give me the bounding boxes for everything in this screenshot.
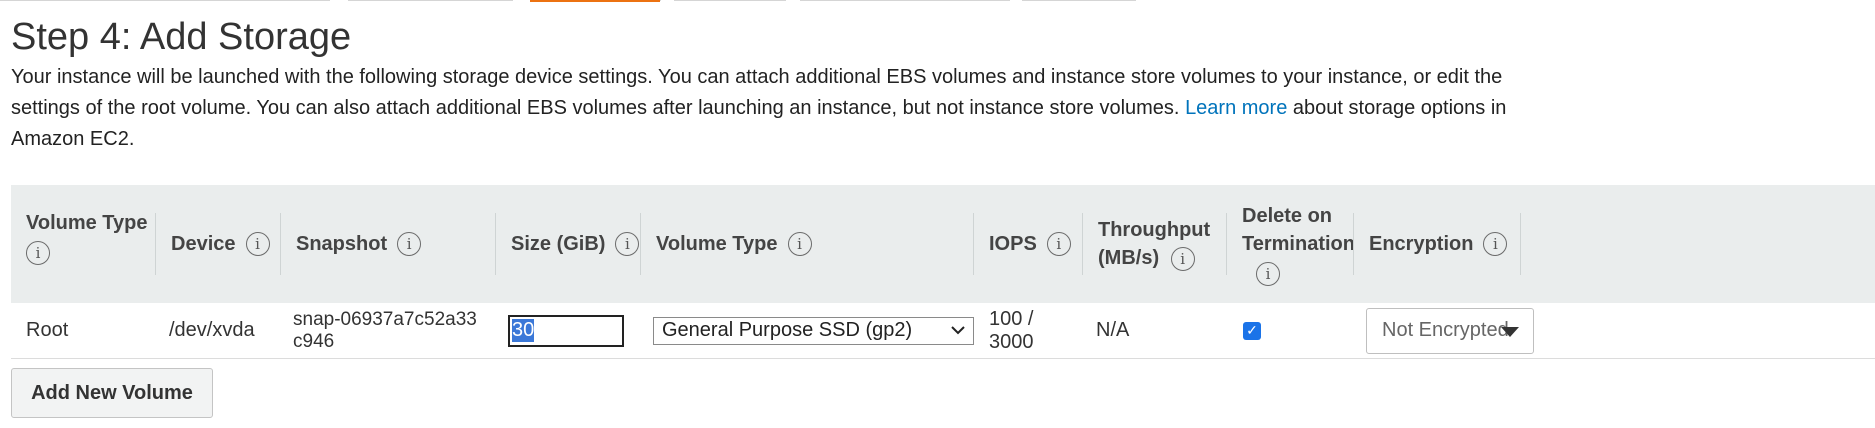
cell-volume-type-select: General Purpose SSD (gp2) — [641, 303, 974, 358]
info-icon[interactable]: i — [787, 232, 812, 256]
caret-down-icon — [1501, 326, 1519, 337]
info-icon[interactable]: i — [1046, 232, 1071, 256]
add-new-volume-button[interactable]: Add New Volume — [11, 368, 213, 418]
table-row: Root /dev/xvda snap-06937a7c52a33c946 30… — [11, 303, 1875, 359]
wizard-step-tab[interactable] — [674, 0, 786, 1]
header-iops: IOPS i — [974, 185, 1083, 303]
header-label: Volume Type — [26, 212, 148, 234]
chevron-down-icon — [951, 326, 965, 335]
header-device: Device i — [156, 185, 281, 303]
header-label: Size (GiB) — [511, 233, 606, 255]
cell-encryption: Not Encrypted — [1354, 303, 1534, 358]
header-size: Size (GiB) i — [496, 185, 641, 303]
header-volume-type-select: Volume Type i — [641, 185, 974, 303]
header-delete-on-termination: Delete on Termination i — [1227, 185, 1355, 303]
wizard-step-tab[interactable] — [1022, 0, 1136, 1]
header-label: Encryption — [1369, 233, 1474, 255]
info-icon[interactable]: i — [245, 232, 270, 256]
wizard-step-tab-active[interactable] — [530, 0, 660, 2]
page-description: Your instance will be launched with the … — [11, 62, 1531, 155]
volume-type-select[interactable]: General Purpose SSD (gp2) — [653, 316, 974, 345]
header-snapshot: Snapshot i — [281, 185, 496, 303]
wizard-step-tab[interactable] — [0, 0, 330, 1]
info-icon[interactable]: i — [26, 240, 50, 265]
cell-iops: 100 / 3000 — [989, 307, 1034, 353]
header-volume-type: Volume Type i — [11, 185, 156, 303]
storage-table: Volume Type i Device i Snapshot i Size (… — [11, 185, 1875, 359]
info-icon[interactable]: i — [1483, 232, 1508, 256]
wizard-step-tab[interactable] — [348, 0, 513, 1]
learn-more-link[interactable]: Learn more — [1185, 97, 1287, 119]
info-icon[interactable]: i — [397, 232, 422, 256]
cell-snapshot: snap-06937a7c52a33c946 — [281, 303, 496, 358]
header-label: IOPS — [989, 233, 1037, 255]
page-title: Step 4: Add Storage — [11, 16, 352, 58]
header-label: Device — [171, 233, 236, 255]
cell-size: 30 — [496, 303, 641, 358]
size-input[interactable]: 30 — [508, 314, 624, 347]
header-label: Delete on Termination — [1242, 205, 1355, 255]
header-label: Volume Type — [656, 233, 778, 255]
size-value: 30 — [512, 319, 535, 342]
delete-on-termination-checkbox[interactable]: ✓ — [1243, 321, 1261, 340]
info-icon[interactable]: i — [1256, 261, 1280, 286]
header-throughput: Throughput (MB/s) i — [1083, 185, 1227, 303]
wizard-step-tab[interactable] — [800, 0, 1010, 1]
snapshot-id: snap-06937a7c52a33c946 — [293, 308, 477, 352]
info-icon[interactable]: i — [1170, 246, 1195, 271]
wizard-steps-bar — [0, 0, 1875, 2]
cell-delete-on-termination: ✓ — [1227, 303, 1354, 358]
info-icon[interactable]: i — [615, 232, 640, 256]
encryption-selected: Not Encrypted — [1382, 319, 1509, 341]
cell-throughput: N/A — [1096, 319, 1130, 341]
cell-volume-type: Root — [26, 319, 69, 341]
header-encryption: Encryption i — [1354, 185, 1521, 303]
cell-device: /dev/xvda — [169, 319, 255, 341]
table-header: Volume Type i Device i Snapshot i Size (… — [11, 185, 1875, 303]
encryption-select[interactable]: Not Encrypted — [1366, 307, 1534, 354]
volume-type-selected: General Purpose SSD (gp2) — [662, 319, 913, 341]
header-label: Snapshot — [296, 233, 388, 255]
